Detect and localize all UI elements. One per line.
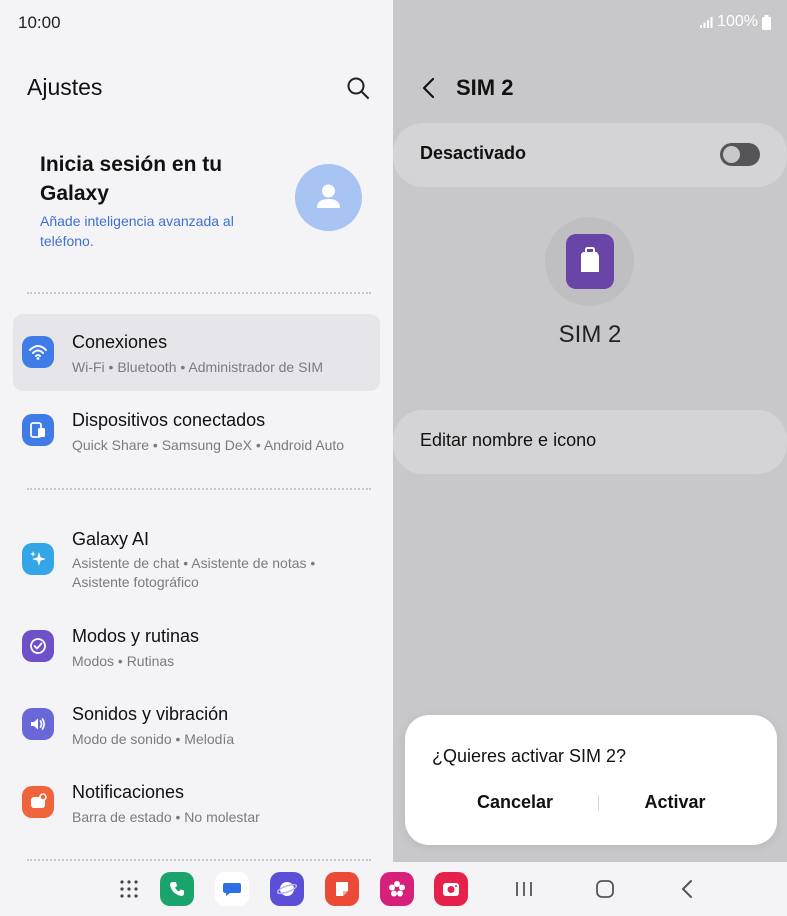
section-divider — [27, 488, 371, 490]
sounds-icon-tile — [22, 708, 54, 740]
search-icon — [347, 77, 369, 99]
sim-card-icon-glyph — [581, 247, 599, 272]
recents-button[interactable] — [511, 876, 537, 902]
avatar[interactable] — [295, 164, 362, 231]
activate-button[interactable]: Activar — [595, 792, 755, 813]
phone-app-button[interactable] — [160, 872, 194, 906]
galaxy-ai-subtitle-line1: Asistente de chat • Asistente de notas • — [72, 555, 316, 571]
modes-title: Modos y rutinas — [72, 626, 200, 646]
sounds-subtitle: Modo de sonido • Melodía — [72, 731, 235, 747]
page-title: Ajustes — [27, 74, 103, 100]
status-indicators: 100% — [699, 13, 771, 31]
sim-name: SIM 2 — [558, 321, 622, 348]
gallery-app-button[interactable] — [380, 872, 414, 906]
search-button[interactable] — [344, 74, 372, 102]
section-divider — [27, 859, 371, 861]
modes-subtitle: Modos • Rutinas — [72, 653, 175, 669]
galaxy-ai-icon-tile — [22, 543, 54, 575]
home-button[interactable] — [592, 876, 618, 902]
sim-status-label: Desactivado — [420, 143, 527, 163]
recents-icon — [516, 882, 532, 896]
settings-item-sounds[interactable]: Sonidos y vibración Modo de sonido • Mel… — [13, 686, 380, 763]
gallery-app-icon — [389, 881, 405, 897]
settings-item-connected-devices[interactable]: Dispositivos conectados Quick Share • Sa… — [13, 392, 380, 469]
settings-item-modes-routines[interactable]: Modos y rutinas Modos • Rutinas — [13, 608, 380, 685]
sim-page-title: SIM 2 — [456, 75, 514, 100]
section-divider — [27, 292, 371, 294]
notifications-icon-tile — [22, 786, 54, 818]
notes-app-button[interactable] — [325, 872, 359, 906]
apps-grid-button[interactable] — [112, 872, 146, 906]
battery-percentage: 100% — [717, 13, 758, 30]
toggle-knob — [723, 146, 740, 163]
account-title: Inicia sesión en tu Galaxy — [40, 153, 223, 205]
edit-name-label: Editar nombre e icono — [420, 430, 597, 450]
sparkle-icon — [30, 551, 46, 566]
back-nav-button[interactable] — [674, 876, 700, 902]
notes-app-icon — [336, 882, 348, 896]
connections-title: Conexiones — [72, 332, 168, 352]
account-subtitle: Añade inteligencia avanzada al teléfono. — [40, 213, 234, 249]
settings-pane: 10:00 Ajustes Inicia sesión en tu Galaxy… — [0, 0, 393, 862]
settings-item-notifications[interactable]: Notificaciones Barra de estado • No mole… — [13, 764, 380, 841]
chevron-left-icon — [422, 77, 435, 99]
sounds-title: Sonidos y vibración — [72, 704, 229, 724]
account-signin[interactable]: Inicia sesión en tu Galaxy Añade intelig… — [40, 150, 280, 251]
galaxy-ai-title: Galaxy AI — [72, 529, 150, 549]
battery-icon — [762, 14, 771, 30]
camera-app-button[interactable] — [434, 872, 468, 906]
activate-sim-dialog: ¿Quieres activar SIM 2? Cancelar Activar — [405, 715, 777, 845]
person-icon — [317, 184, 340, 208]
signal-icon — [700, 17, 713, 28]
connected-devices-title: Dispositivos conectados — [72, 410, 266, 430]
status-time: 10:00 — [18, 13, 61, 32]
settings-item-connections[interactable]: Conexiones Wi-Fi • Bluetooth • Administr… — [13, 314, 380, 391]
galaxy-ai-subtitle-line2: Asistente fotográfico — [72, 574, 199, 590]
sim-card-icon — [566, 234, 614, 289]
sim-toggle-card[interactable]: Desactivado — [393, 123, 787, 187]
check-circle-icon — [30, 638, 46, 654]
connected-devices-subtitle: Quick Share • Samsung DeX • Android Auto — [72, 437, 345, 453]
wifi-icon — [29, 345, 47, 360]
back-nav-icon — [682, 880, 692, 898]
notifications-title: Notificaciones — [72, 782, 185, 802]
edit-name-icon-row[interactable]: Editar nombre e icono — [393, 410, 787, 474]
cancel-button[interactable]: Cancelar — [435, 792, 595, 813]
devices-icon-tile — [22, 414, 54, 446]
dialog-question: ¿Quieres activar SIM 2? — [432, 746, 627, 766]
connections-subtitle: Wi-Fi • Bluetooth • Administrador de SIM — [72, 359, 324, 375]
internet-app-button[interactable] — [270, 872, 304, 906]
notifications-subtitle: Barra de estado • No molestar — [72, 809, 260, 825]
apps-grid-icon — [120, 880, 138, 898]
taskbar — [0, 862, 787, 916]
modes-icon-tile — [22, 630, 54, 662]
messages-app-button[interactable] — [215, 872, 249, 906]
devices-icon — [30, 422, 45, 438]
speaker-icon — [31, 718, 45, 730]
messages-app-icon — [223, 883, 241, 896]
home-icon — [596, 880, 614, 898]
settings-item-galaxy-ai[interactable]: Galaxy AI Asistente de chat • Asistente … — [13, 515, 380, 605]
notification-icon — [31, 793, 47, 808]
internet-app-icon — [277, 882, 297, 896]
back-button[interactable] — [418, 76, 440, 100]
camera-app-icon — [443, 883, 459, 896]
phone-app-icon — [170, 882, 184, 896]
connections-icon-tile — [22, 336, 54, 368]
sim-toggle-switch[interactable] — [720, 143, 760, 166]
